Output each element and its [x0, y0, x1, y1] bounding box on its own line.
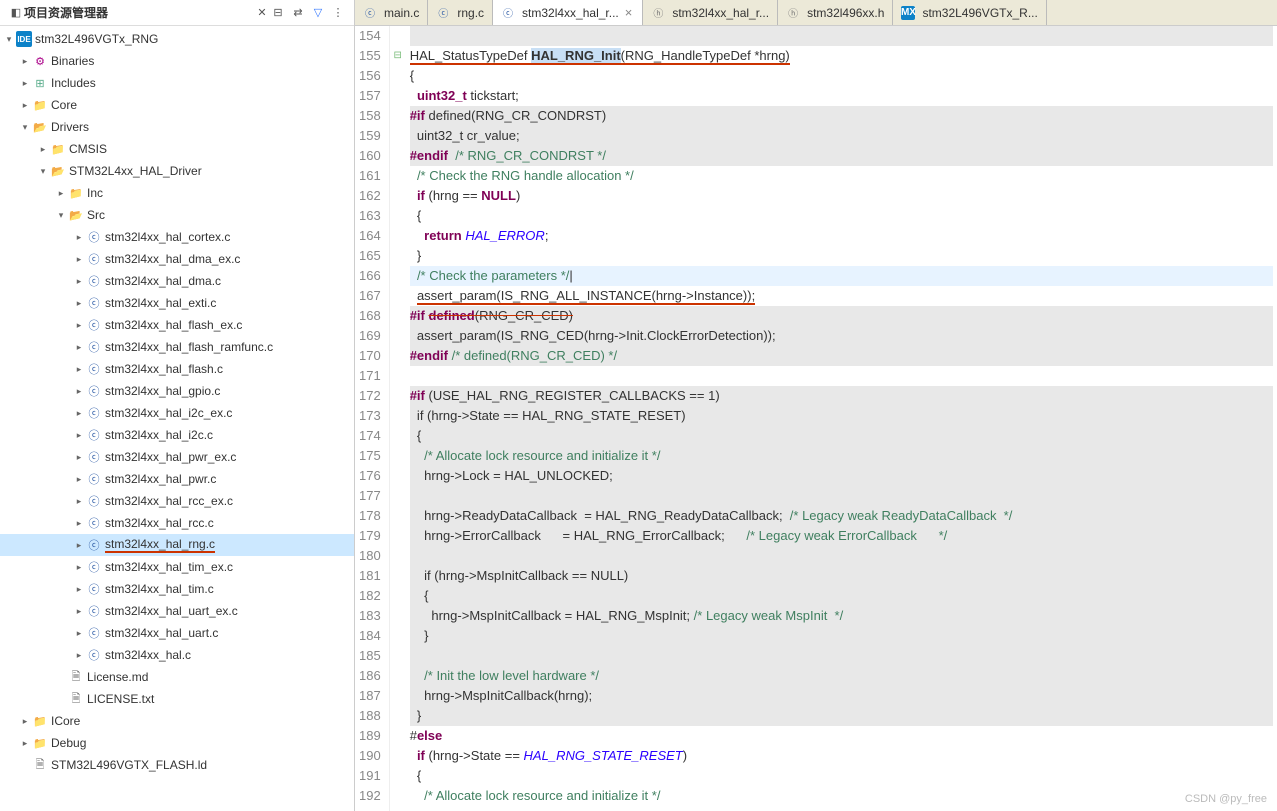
project-explorer: ◧ 项目资源管理器 ✕ ⊟ ⇄ ▽ ⋮ ▾IDE stm32L496VGTx_R…: [0, 0, 355, 811]
tree-src-file[interactable]: ▸ⓒstm32l4xx_hal_flash_ex.c: [0, 314, 354, 336]
link-icon[interactable]: ⇄: [290, 5, 306, 21]
tree-src-file[interactable]: ▸ⓒstm32l4xx_hal_exti.c: [0, 292, 354, 314]
editor-tab[interactable]: ⓒstm32l4xx_hal_r...×: [493, 0, 643, 26]
code-editor[interactable]: 1541551561571581591601611621631641651661…: [355, 26, 1277, 811]
editor-tab[interactable]: ⓒmain.c: [355, 0, 428, 25]
tree-src-file[interactable]: ▸ⓒstm32l4xx_hal_cortex.c: [0, 226, 354, 248]
project-root[interactable]: ▾IDE stm32L496VGTx_RNG: [0, 28, 354, 50]
tree-src-file[interactable]: ▸ⓒstm32l4xx_hal.c: [0, 644, 354, 666]
tree-license-md[interactable]: 🗎 License.md: [0, 666, 354, 688]
file-icon: ⓗ: [786, 6, 800, 20]
tree-binaries[interactable]: ▸⚙ Binaries: [0, 50, 354, 72]
tree-license-txt[interactable]: 🗎 LICENSE.txt: [0, 688, 354, 710]
tree-src-file[interactable]: ▸ⓒstm32l4xx_hal_flash.c: [0, 358, 354, 380]
close-icon[interactable]: ×: [623, 5, 635, 20]
tree-src-file[interactable]: ▸ⓒstm32l4xx_hal_rcc_ex.c: [0, 490, 354, 512]
editor-tab[interactable]: ⓗstm32l496xx.h: [778, 0, 893, 25]
editor-tab[interactable]: ⓗstm32l4xx_hal_r...: [643, 0, 778, 25]
file-icon: ⓒ: [501, 6, 515, 20]
tree-icore[interactable]: ▸📁 ICore: [0, 710, 354, 732]
line-gutter: 1541551561571581591601611621631641651661…: [355, 26, 390, 811]
file-icon: ⓗ: [651, 6, 665, 20]
collapse-icon[interactable]: ⊟: [270, 5, 286, 21]
tree-src-file[interactable]: ▸ⓒstm32l4xx_hal_rcc.c: [0, 512, 354, 534]
tree-src-file[interactable]: ▸ⓒstm32l4xx_hal_gpio.c: [0, 380, 354, 402]
close-icon[interactable]: ✕: [254, 5, 270, 21]
editor-tab[interactable]: MXstm32L496VGTx_R...: [893, 0, 1046, 25]
menu-icon[interactable]: ⋮: [330, 5, 346, 21]
tree-src-file[interactable]: ▸ⓒstm32l4xx_hal_i2c.c: [0, 424, 354, 446]
file-icon: MX: [901, 6, 915, 20]
tree-src-file[interactable]: ▸ⓒstm32l4xx_hal_i2c_ex.c: [0, 402, 354, 424]
tree-debug[interactable]: ▸📁 Debug: [0, 732, 354, 754]
tree-src-file[interactable]: ▸ⓒstm32l4xx_hal_dma_ex.c: [0, 248, 354, 270]
tree-core[interactable]: ▸📁 Core: [0, 94, 354, 116]
sidebar-header: ◧ 项目资源管理器 ✕ ⊟ ⇄ ▽ ⋮: [0, 0, 354, 26]
tree-src-file[interactable]: ▸ⓒstm32l4xx_hal_tim.c: [0, 578, 354, 600]
editor-area: ⓒmain.cⓒrng.cⓒstm32l4xx_hal_r...×ⓗstm32l…: [355, 0, 1277, 811]
tree-src-file[interactable]: ▸ⓒstm32l4xx_hal_pwr_ex.c: [0, 446, 354, 468]
tree-src-file[interactable]: ▸ⓒstm32l4xx_hal_dma.c: [0, 270, 354, 292]
tree-src-file[interactable]: ▸ⓒstm32l4xx_hal_flash_ramfunc.c: [0, 336, 354, 358]
file-icon: ⓒ: [363, 6, 377, 20]
tree-src-file[interactable]: ▸ⓒstm32l4xx_hal_uart.c: [0, 622, 354, 644]
tree-src-file[interactable]: ▸ⓒstm32l4xx_hal_uart_ex.c: [0, 600, 354, 622]
tree-hal-driver[interactable]: ▾📂 STM32L4xx_HAL_Driver: [0, 160, 354, 182]
editor-tabs: ⓒmain.cⓒrng.cⓒstm32l4xx_hal_r...×ⓗstm32l…: [355, 0, 1277, 26]
code-content[interactable]: HAL_StatusTypeDef HAL_RNG_Init(RNG_Handl…: [406, 26, 1277, 811]
tree-inc[interactable]: ▸📁 Inc: [0, 182, 354, 204]
project-tree[interactable]: ▾IDE stm32L496VGTx_RNG ▸⚙ Binaries ▸⊞ In…: [0, 26, 354, 811]
editor-tab[interactable]: ⓒrng.c: [428, 0, 493, 25]
tree-src-file[interactable]: ▸ⓒstm32l4xx_hal_pwr.c: [0, 468, 354, 490]
filter-icon[interactable]: ▽: [310, 5, 326, 21]
sidebar-title: 项目资源管理器: [24, 4, 254, 21]
file-icon: ⓒ: [436, 6, 450, 20]
fold-column[interactable]: ⊟: [390, 26, 406, 811]
tree-drivers[interactable]: ▾📂 Drivers: [0, 116, 354, 138]
tree-src-file[interactable]: ▸ⓒstm32l4xx_hal_rng.c: [0, 534, 354, 556]
tree-includes[interactable]: ▸⊞ Includes: [0, 72, 354, 94]
tree-flash-ld[interactable]: 🗎 STM32L496VGTX_FLASH.ld: [0, 754, 354, 776]
tree-cmsis[interactable]: ▸📁 CMSIS: [0, 138, 354, 160]
tree-src-file[interactable]: ▸ⓒstm32l4xx_hal_tim_ex.c: [0, 556, 354, 578]
tree-src[interactable]: ▾📂 Src: [0, 204, 354, 226]
nav-icon[interactable]: ◧: [8, 5, 24, 21]
